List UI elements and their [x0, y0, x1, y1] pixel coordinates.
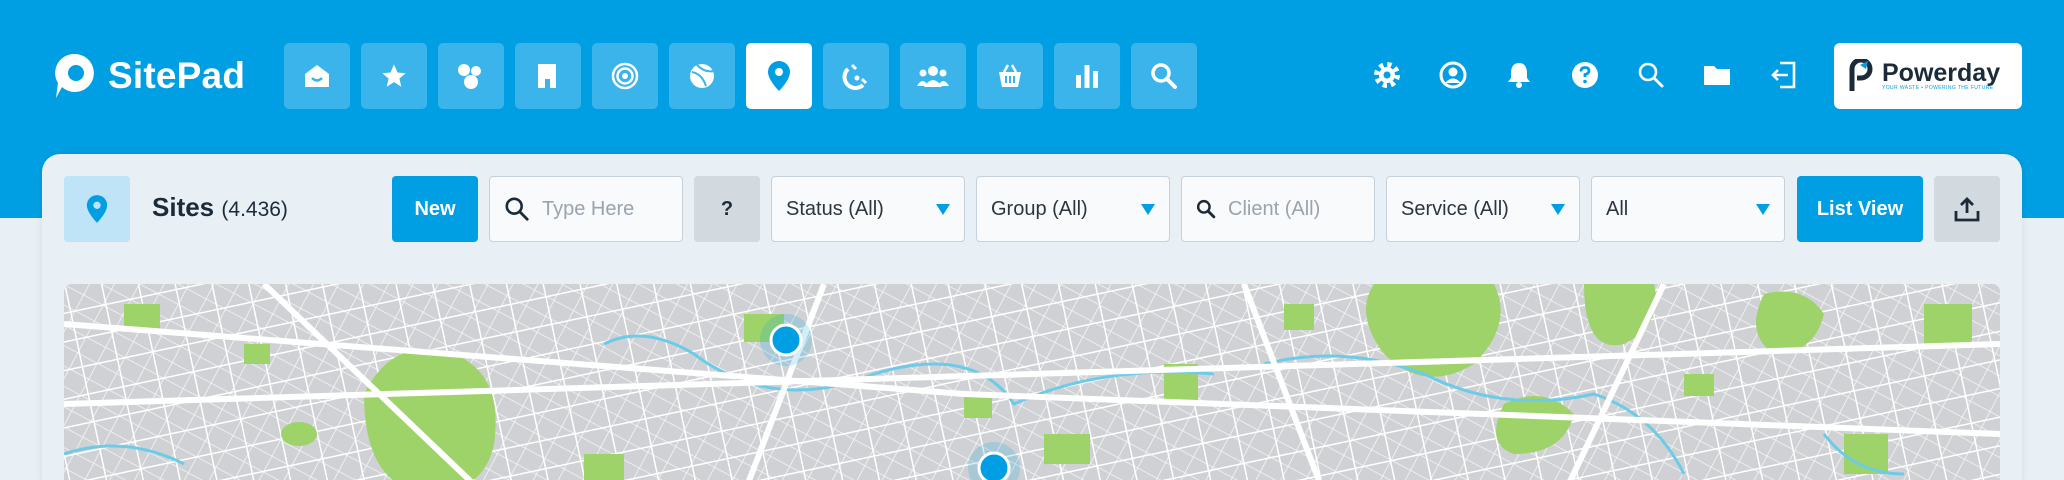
search-icon	[1196, 199, 1216, 219]
profile-button[interactable]	[1430, 52, 1476, 98]
location-pin-icon	[86, 195, 108, 223]
nav-sites[interactable]	[746, 43, 812, 109]
star-icon	[382, 64, 406, 87]
site-count: (4.436)	[221, 198, 288, 221]
main-nav	[284, 43, 1197, 109]
people-circles-icon	[458, 64, 481, 89]
search-help-button[interactable]: ?	[694, 176, 760, 242]
site-marker[interactable]	[760, 314, 812, 366]
list-view-button[interactable]: List View	[1797, 176, 1923, 242]
sites-map[interactable]	[64, 284, 2000, 480]
status-select-value: Status (All)	[786, 197, 884, 220]
partner-logo[interactable]: Powerday YOUR WASTE • POWERING THE FUTUR…	[1834, 43, 2022, 109]
nav-search[interactable]	[1131, 43, 1197, 109]
brand-name: Powerday	[1882, 59, 2001, 87]
home-icon	[305, 65, 329, 87]
new-site-button[interactable]: New	[392, 176, 478, 242]
target-icon	[611, 62, 639, 90]
logout-icon	[1771, 61, 1796, 89]
nav-leads[interactable]	[823, 43, 889, 109]
bar-chart-icon	[1076, 65, 1098, 88]
nav-buildings[interactable]	[515, 43, 581, 109]
search-placeholder: Type Here	[542, 197, 635, 220]
nav-reports[interactable]	[1054, 43, 1120, 109]
service-select-value: Service (All)	[1401, 197, 1509, 220]
magnet-icon	[842, 63, 868, 90]
scope-select[interactable]: All	[1591, 176, 1785, 242]
ball-icon	[690, 64, 715, 88]
nav-shop[interactable]	[977, 43, 1043, 109]
global-search-button[interactable]	[1628, 52, 1674, 98]
nav-users[interactable]	[900, 43, 966, 109]
logout-button[interactable]	[1760, 52, 1806, 98]
building-icon	[538, 64, 556, 88]
nav-activities[interactable]	[669, 43, 735, 109]
sitepad-logo-icon	[55, 53, 94, 98]
brand-tagline: YOUR WASTE • POWERING THE FUTURE	[1882, 85, 1994, 91]
sites-panel: Sites (4.436) New Type Here ? Status (Al…	[42, 154, 2022, 480]
chevron-down-icon	[1141, 204, 1155, 215]
client-filter-input[interactable]: Client (All)	[1181, 176, 1375, 242]
nav-contacts[interactable]	[438, 43, 504, 109]
folder-icon	[1704, 66, 1730, 85]
upload-icon	[1954, 197, 1980, 222]
page-title: Sites (4.436)	[152, 192, 288, 223]
map-canvas[interactable]	[64, 284, 2000, 480]
app-name: SitePad	[108, 55, 246, 96]
basket-icon	[999, 64, 1021, 87]
chevron-down-icon	[1551, 204, 1565, 215]
notifications-button[interactable]	[1496, 52, 1542, 98]
utility-bar	[1364, 52, 1806, 98]
group-select[interactable]: Group (All)	[976, 176, 1170, 242]
help-icon	[1572, 62, 1598, 88]
nav-home[interactable]	[284, 43, 350, 109]
search-icon	[1638, 62, 1664, 88]
files-button[interactable]	[1694, 52, 1740, 98]
chevron-down-icon	[936, 204, 950, 215]
scope-select-value: All	[1606, 197, 1629, 220]
client-filter-placeholder: Client (All)	[1228, 197, 1321, 220]
settings-button[interactable]	[1364, 52, 1410, 98]
search-input[interactable]: Type Here	[489, 176, 683, 242]
nav-favorites[interactable]	[361, 43, 427, 109]
status-select[interactable]: Status (All)	[771, 176, 965, 242]
location-pin-icon	[768, 61, 790, 91]
app-logo[interactable]: SitePad	[52, 48, 245, 104]
bell-icon	[1508, 63, 1530, 88]
page-icon-box	[64, 176, 130, 242]
help-button[interactable]	[1562, 52, 1608, 98]
users-group-icon	[917, 66, 949, 87]
chevron-down-icon	[1756, 204, 1770, 215]
gear-icon	[1374, 62, 1400, 88]
user-circle-icon	[1439, 61, 1467, 89]
brand-text: Powerday YOUR WASTE • POWERING THE FUTUR…	[1882, 59, 2001, 92]
export-button[interactable]	[1934, 176, 2000, 242]
powerday-logo-icon	[1849, 59, 1873, 91]
nav-targets[interactable]	[592, 43, 658, 109]
service-select[interactable]: Service (All)	[1386, 176, 1580, 242]
page-title-text: Sites	[152, 192, 215, 222]
search-icon	[1151, 63, 1177, 89]
group-select-value: Group (All)	[991, 197, 1088, 220]
search-icon	[505, 197, 529, 221]
